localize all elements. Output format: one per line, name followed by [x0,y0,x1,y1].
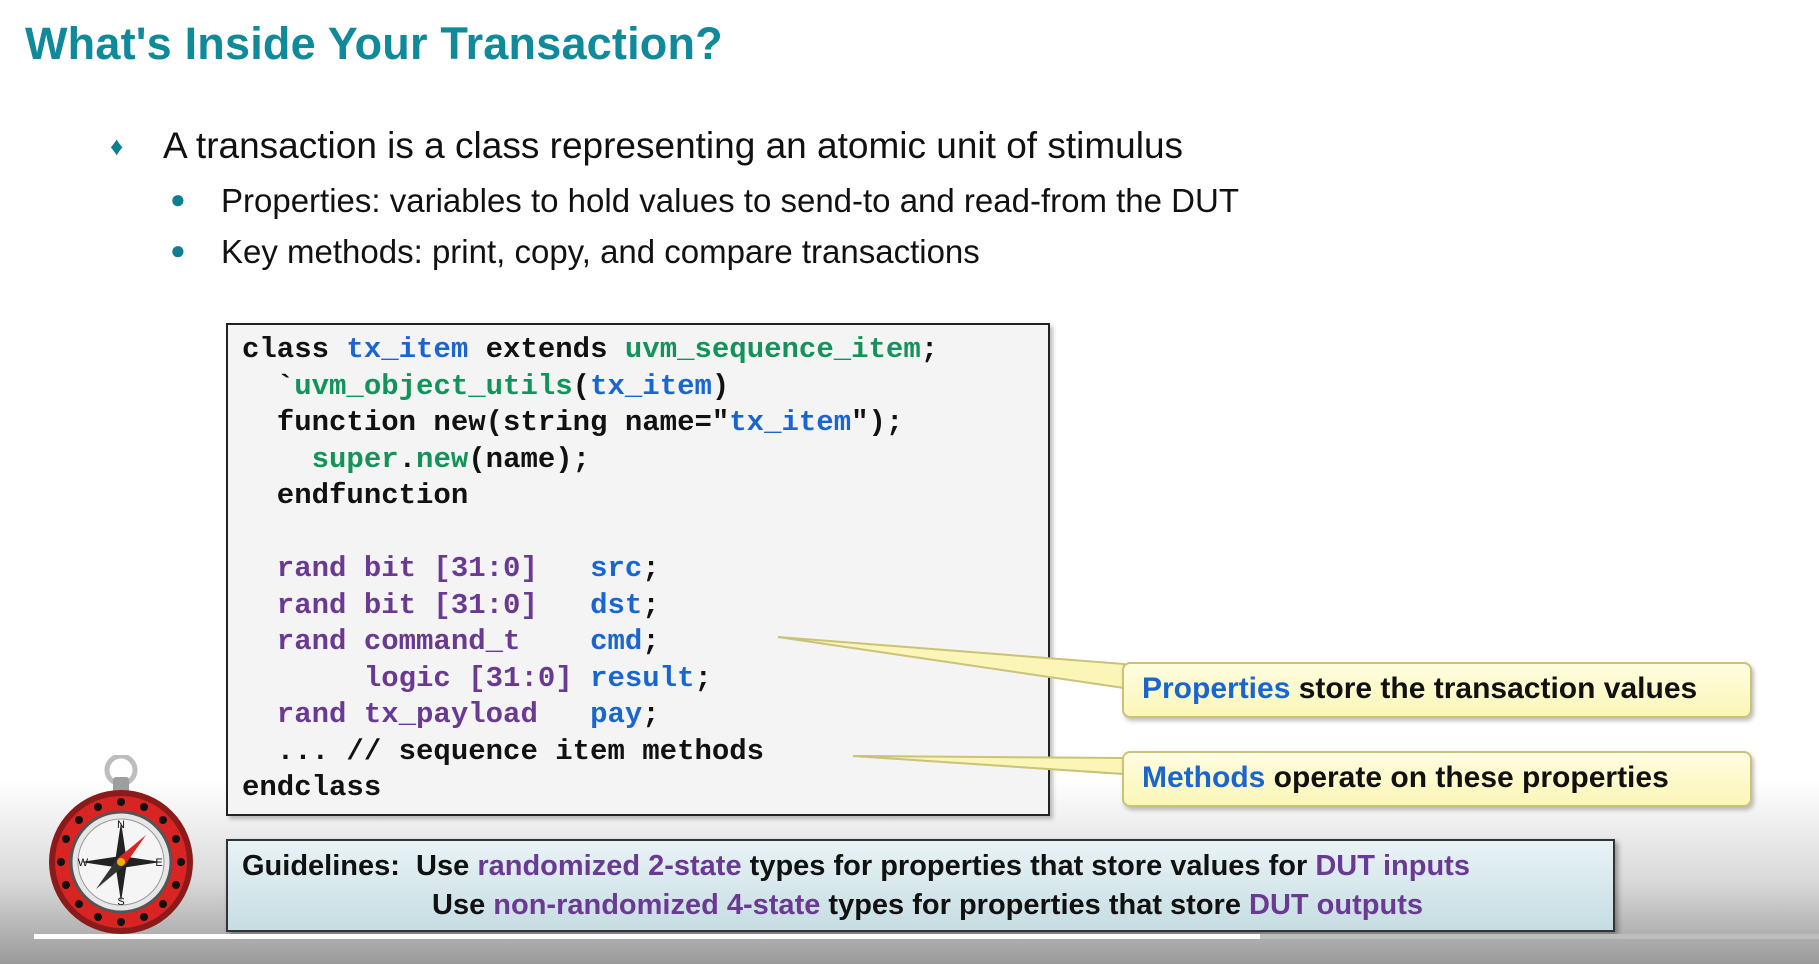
code-line-1: class tx_item extends uvm_sequence_item; [242,333,939,366]
code-line-5: endfunction [242,479,469,512]
code-line-7: rand bit [31:0] src; [242,552,660,585]
guideline-line-2: Use non-randomized 4-state types for pro… [432,889,1423,921]
slide-title: What's Inside Your Transaction? [25,18,723,69]
code-line-11: rand tx_payload pay; [242,698,660,731]
code-line-2: `uvm_object_utils(tx_item) [242,369,730,403]
bullet-sub-2-text: Key methods: print, copy, and compare tr… [221,233,980,270]
bullet-sub-1-text: Properties: variables to hold values to … [221,182,1240,219]
video-progress-bar[interactable] [34,934,1260,939]
code-line-4: super.new(name); [311,442,591,476]
code-line-13: endclass [242,771,382,804]
compass-icon: N E S W [49,755,193,934]
properties-callout: Properties store the transaction values [1122,662,1752,718]
properties-callout-highlight: Properties [1142,672,1291,705]
properties-callout-text: store the transaction values [1290,672,1698,705]
bullet-main-text: A transaction is a class representing an… [163,125,1184,166]
code-line-12: ... // sequence item methods [242,734,765,768]
code-line-9: rand command_t cmd; [242,625,660,658]
dot-bullet-icon: ● [170,235,186,265]
code-line-8: rand bit [31:0] dst; [242,588,660,622]
compass-letter-s: S [117,896,124,908]
compass-letter-w: W [78,857,89,869]
dot-bullet-icon: ● [170,184,186,214]
code-box: class tx_item extends uvm_sequence_item;… [226,323,1050,816]
compass-letter-e: E [155,857,162,869]
compass-letter-n: N [117,819,125,831]
methods-callout: Methods operate on these properties [1122,751,1752,807]
guidelines-label: Guidelines: [242,850,400,882]
methods-callout-text: operate on these properties [1265,761,1669,794]
methods-callout-highlight: Methods [1142,761,1266,794]
code-line-10: logic [31:0] result; [242,661,712,695]
guideline-line-1: Guidelines: Use randomized 2-state types… [242,850,1470,882]
video-progress-remaining[interactable] [1260,934,1819,939]
diamond-bullet-icon: ♦ [110,131,124,161]
guidelines-box: Guidelines: Use randomized 2-state types… [226,839,1615,932]
code-line-3: function new(string name="tx_item"); [242,406,904,439]
code-block: class tx_item extends uvm_sequence_item;… [242,332,938,807]
